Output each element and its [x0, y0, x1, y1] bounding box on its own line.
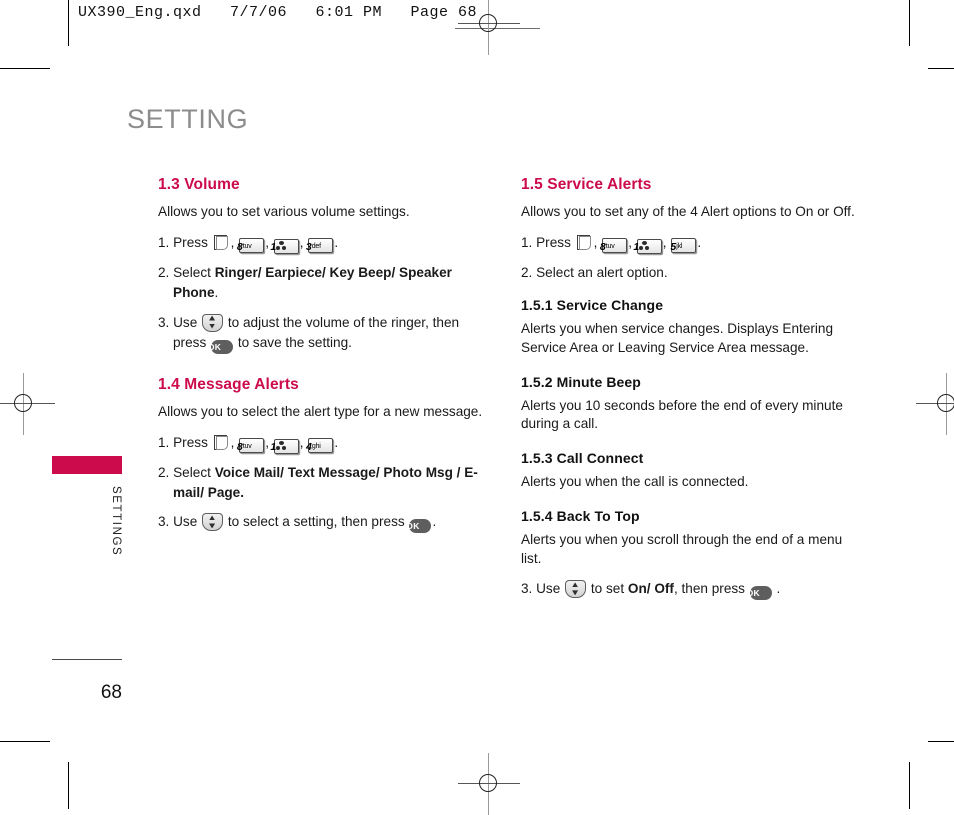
key-1-icon: 1: [270, 238, 299, 254]
subsection-heading-1-5-2: 1.5.2 Minute Beep: [521, 373, 641, 390]
right-column: 1.5 Service Alerts Allows you to set any…: [521, 176, 861, 609]
navigation-key-icon: [202, 313, 224, 333]
section-1-3-step-3: 3. Use to adjust the volume of the ringe…: [158, 313, 494, 354]
section-1-4-intro: Allows you to select the alert type for …: [158, 403, 483, 419]
print-header-text: UX390_Eng.qxd 7/7/06 6:01 PM Page 68: [78, 4, 478, 21]
step-prefix: 1. Press: [521, 234, 571, 250]
section-heading-1-4: 1.4 Message Alerts: [158, 375, 299, 393]
subsection-heading-1-5-1: 1.5.1 Service Change: [521, 297, 664, 314]
section-1-5-step-2: 2. Select an alert option.: [521, 264, 668, 280]
subsection-body-1-5-1: Alerts you when service changes. Display…: [521, 321, 834, 355]
section-heading-1-3: 1.3 Volume: [158, 176, 240, 193]
step-sep: ,: [662, 234, 667, 250]
step-end: .: [334, 434, 339, 450]
section-1-5-step-1: 1. Press , 8tuv, 1, 5jkl.: [521, 233, 861, 254]
ok-key-icon: OK: [406, 519, 432, 534]
step-sep: ,: [299, 234, 304, 250]
step-mid: to set: [590, 581, 625, 597]
step-sep: ,: [593, 234, 598, 250]
step-prefix: 1. Press: [158, 434, 208, 450]
registration-mark-top: [458, 0, 520, 55]
crop-mark-bottom-right-v: [909, 762, 910, 809]
step-sep: ,: [265, 234, 269, 250]
menu-softkey-icon: [576, 234, 593, 251]
key-8-icon: 8tuv: [600, 237, 628, 253]
ok-key-icon: OK: [747, 586, 772, 601]
step-prefix: 3. Use: [158, 314, 198, 330]
subsection-heading-1-5-4: 1.5.4 Back To Top: [521, 507, 640, 524]
step-sep: ,: [230, 434, 235, 450]
crop-mark-top-right-h: [928, 68, 954, 69]
navigation-key-icon: [202, 512, 224, 532]
step-end: .: [432, 514, 437, 530]
chapter-side-label: SETTINGS: [110, 486, 122, 557]
key-1-icon: 1: [633, 238, 662, 254]
step-prefix: 1. Press: [158, 234, 208, 250]
step-prefix: 3. Use: [521, 581, 561, 597]
step-sep: ,: [299, 434, 304, 450]
key-4-icon: 4ghi: [306, 437, 334, 453]
key-3-icon: 3def: [306, 237, 334, 253]
menu-softkey-icon: [213, 234, 230, 251]
step-end: to save the setting.: [237, 334, 352, 350]
step-mid: to select a setting, then press: [227, 514, 405, 530]
left-column: 1.3 Volume Allows you to set various vol…: [158, 176, 494, 542]
crop-mark-bottom-left-h: [0, 741, 50, 742]
step-option-list: On/ Off: [627, 581, 674, 597]
section-1-5-intro: Allows you to set any of the 4 Alert opt…: [521, 204, 855, 219]
registration-mark-right: [916, 373, 954, 435]
subsection-body-1-5-4: Alerts you when you scroll through the e…: [521, 531, 843, 566]
step-end: .: [214, 285, 219, 301]
section-1-4-step-2: 2. Select Voice Mail/ Text Message/ Phot…: [158, 463, 494, 504]
crop-mark-bottom-right-h: [928, 741, 954, 742]
section-1-4-step-1: 1. Press , 8tuv, 1, 4ghi.: [158, 433, 494, 454]
key-8-icon: 8tuv: [237, 237, 265, 253]
step-prefix: 2. Select: [158, 464, 211, 480]
subsection-heading-1-5-3: 1.5.3 Call Connect: [521, 450, 644, 467]
step-end: .: [334, 234, 339, 250]
chapter-tab-marker: [52, 456, 122, 474]
step-sep: ,: [628, 234, 632, 250]
page-number: 68: [100, 682, 122, 703]
key-8-icon: 8tuv: [237, 437, 265, 453]
section-heading-1-5: 1.5 Service Alerts: [521, 176, 652, 193]
step-prefix: 2. Select: [158, 264, 211, 280]
crop-mark-top-left-h: [0, 68, 50, 69]
step-sep: ,: [230, 234, 235, 250]
registration-mark-left: [0, 373, 55, 435]
key-1-icon: 1: [270, 438, 299, 454]
crop-mark-bottom-left-v: [68, 762, 69, 809]
navigation-key-icon: [565, 579, 587, 599]
page-number-rule: [52, 659, 122, 660]
registration-mark-bottom: [458, 753, 520, 815]
section-1-3-intro: Allows you to set various volume setting…: [158, 204, 410, 219]
step-sep: ,: [265, 434, 269, 450]
section-1-5-step-3: 3. Use to set On/ Off, then press OK .: [521, 579, 861, 601]
crop-line-top-right: [909, 0, 910, 46]
subsection-body-1-5-2: Alerts you 10 seconds before the end of …: [521, 397, 843, 432]
page-title: SETTING: [127, 104, 249, 134]
step-end: .: [776, 581, 781, 597]
section-1-3-step-2: 2. Select Ringer/ Earpiece/ Key Beep/ Sp…: [158, 263, 494, 304]
step-end: .: [697, 234, 702, 250]
crop-line-top-left: [68, 0, 69, 46]
section-1-3-step-1: 1. Press , 8tuv, 1, 3def.: [158, 233, 494, 254]
step-mid-2: , then press: [673, 581, 745, 597]
step-prefix: 3. Use: [158, 514, 198, 530]
ok-key-icon: OK: [208, 339, 234, 354]
section-1-4-step-3: 3. Use to select a setting, then press O…: [158, 512, 494, 534]
step-option-list: Voice Mail/ Text Message/ Photo Msg / E-…: [173, 464, 478, 501]
key-5-icon: 5jkl: [670, 237, 697, 253]
menu-softkey-icon: [213, 434, 230, 451]
subsection-body-1-5-3: Alerts you when the call is connected.: [521, 474, 749, 490]
